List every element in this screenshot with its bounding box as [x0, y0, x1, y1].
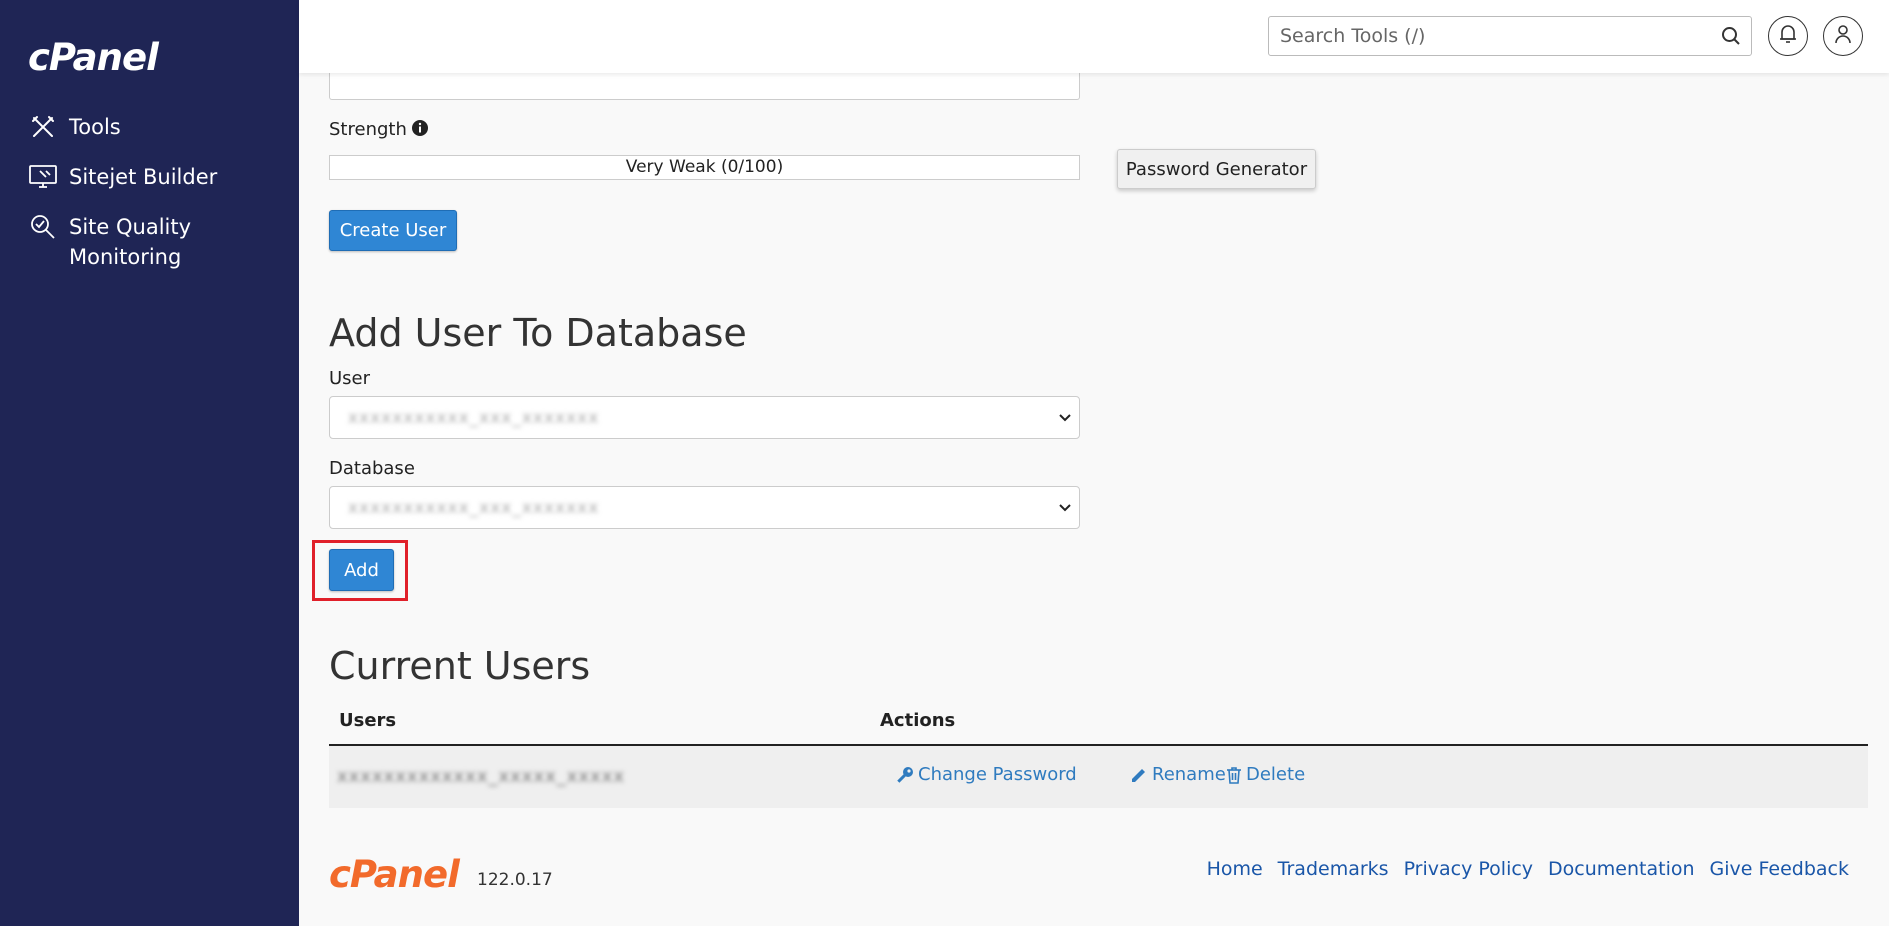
footer-link-give-feedback[interactable]: Give Feedback [1710, 858, 1849, 880]
sidebar-item-tools[interactable]: Tools [28, 112, 288, 142]
sidebar: cPanel Tools Sitejet Builder Site Qualit… [0, 0, 299, 926]
add-user-to-database-heading: Add User To Database [329, 311, 747, 355]
footer-link-privacy-policy[interactable]: Privacy Policy [1404, 858, 1533, 880]
sidebar-item-label: Site Quality Monitoring [69, 215, 192, 269]
table-header: Users Actions [329, 699, 1868, 746]
sidebar-nav: Tools Sitejet Builder Site Quality Monit… [28, 112, 288, 292]
notifications-button[interactable] [1768, 16, 1808, 56]
table-row: xxxxxxxxxxxxx_xxxxx_xxxxx Change Passwor… [329, 746, 1868, 808]
user-select-label: User [329, 368, 371, 389]
site-quality-icon [28, 212, 58, 242]
search-icon[interactable] [1711, 16, 1751, 56]
sidebar-item-site-quality-monitoring[interactable]: Site Quality Monitoring [28, 212, 288, 272]
sidebar-item-label: Tools [69, 115, 121, 139]
sidebar-item-label: Sitejet Builder [69, 165, 218, 189]
chevron-down-icon [1057, 499, 1073, 520]
add-button[interactable]: Add [329, 549, 394, 591]
database-select-label: Database [329, 458, 415, 479]
change-password-link[interactable]: Change Password [896, 764, 1077, 785]
tools-icon [28, 112, 58, 142]
search-box [1268, 16, 1752, 56]
rename-link[interactable]: Rename [1130, 764, 1226, 785]
footer-links: Home Trademarks Privacy Policy Documenta… [1192, 858, 1849, 880]
current-users-heading: Current Users [329, 644, 591, 688]
user-name: xxxxxxxxxxxxx_xxxxx_xxxxx [337, 766, 626, 787]
search-input[interactable] [1269, 17, 1711, 55]
footer-link-trademarks[interactable]: Trademarks [1278, 858, 1389, 880]
strength-label-row: Strength [329, 119, 429, 142]
top-header [299, 0, 1889, 73]
key-icon [897, 766, 913, 783]
footer-cpanel-logo: cPanel [329, 853, 460, 896]
sidebar-item-sitejet-builder[interactable]: Sitejet Builder [28, 162, 288, 192]
user-select[interactable]: xxxxxxxxxxx_xxx_xxxxxxx [329, 396, 1080, 439]
user-icon [1834, 24, 1852, 49]
chevron-down-icon [1057, 409, 1073, 430]
column-header-users: Users [339, 710, 397, 731]
current-users-table: Users Actions xxxxxxxxxxxxx_xxxxx_xxxxx … [329, 699, 1868, 808]
delete-link[interactable]: Delete [1226, 764, 1305, 785]
database-select-value: xxxxxxxxxxx_xxx_xxxxxxx [348, 497, 600, 518]
password-strength-meter: Very Weak (0/100) [329, 155, 1080, 180]
column-header-actions: Actions [880, 710, 956, 731]
sitejet-icon [28, 162, 58, 192]
user-select-value: xxxxxxxxxxx_xxx_xxxxxxx [348, 407, 600, 428]
strength-label: Strength [329, 119, 407, 140]
main-content: Strength Very Weak (0/100) Password Gene… [299, 63, 1889, 926]
password-generator-button[interactable]: Password Generator [1117, 149, 1316, 189]
user-menu-button[interactable] [1823, 16, 1863, 56]
database-select[interactable]: xxxxxxxxxxx_xxx_xxxxxxx [329, 486, 1080, 529]
cpanel-logo[interactable]: cPanel [28, 36, 159, 79]
trash-icon [1227, 766, 1241, 784]
info-icon[interactable] [411, 119, 429, 142]
version-number: 122.0.17 [477, 870, 553, 890]
pencil-icon [1132, 768, 1145, 782]
bell-icon [1779, 24, 1797, 49]
create-user-button[interactable]: Create User [329, 210, 457, 251]
footer-link-documentation[interactable]: Documentation [1548, 858, 1694, 880]
footer-link-home[interactable]: Home [1207, 858, 1263, 880]
